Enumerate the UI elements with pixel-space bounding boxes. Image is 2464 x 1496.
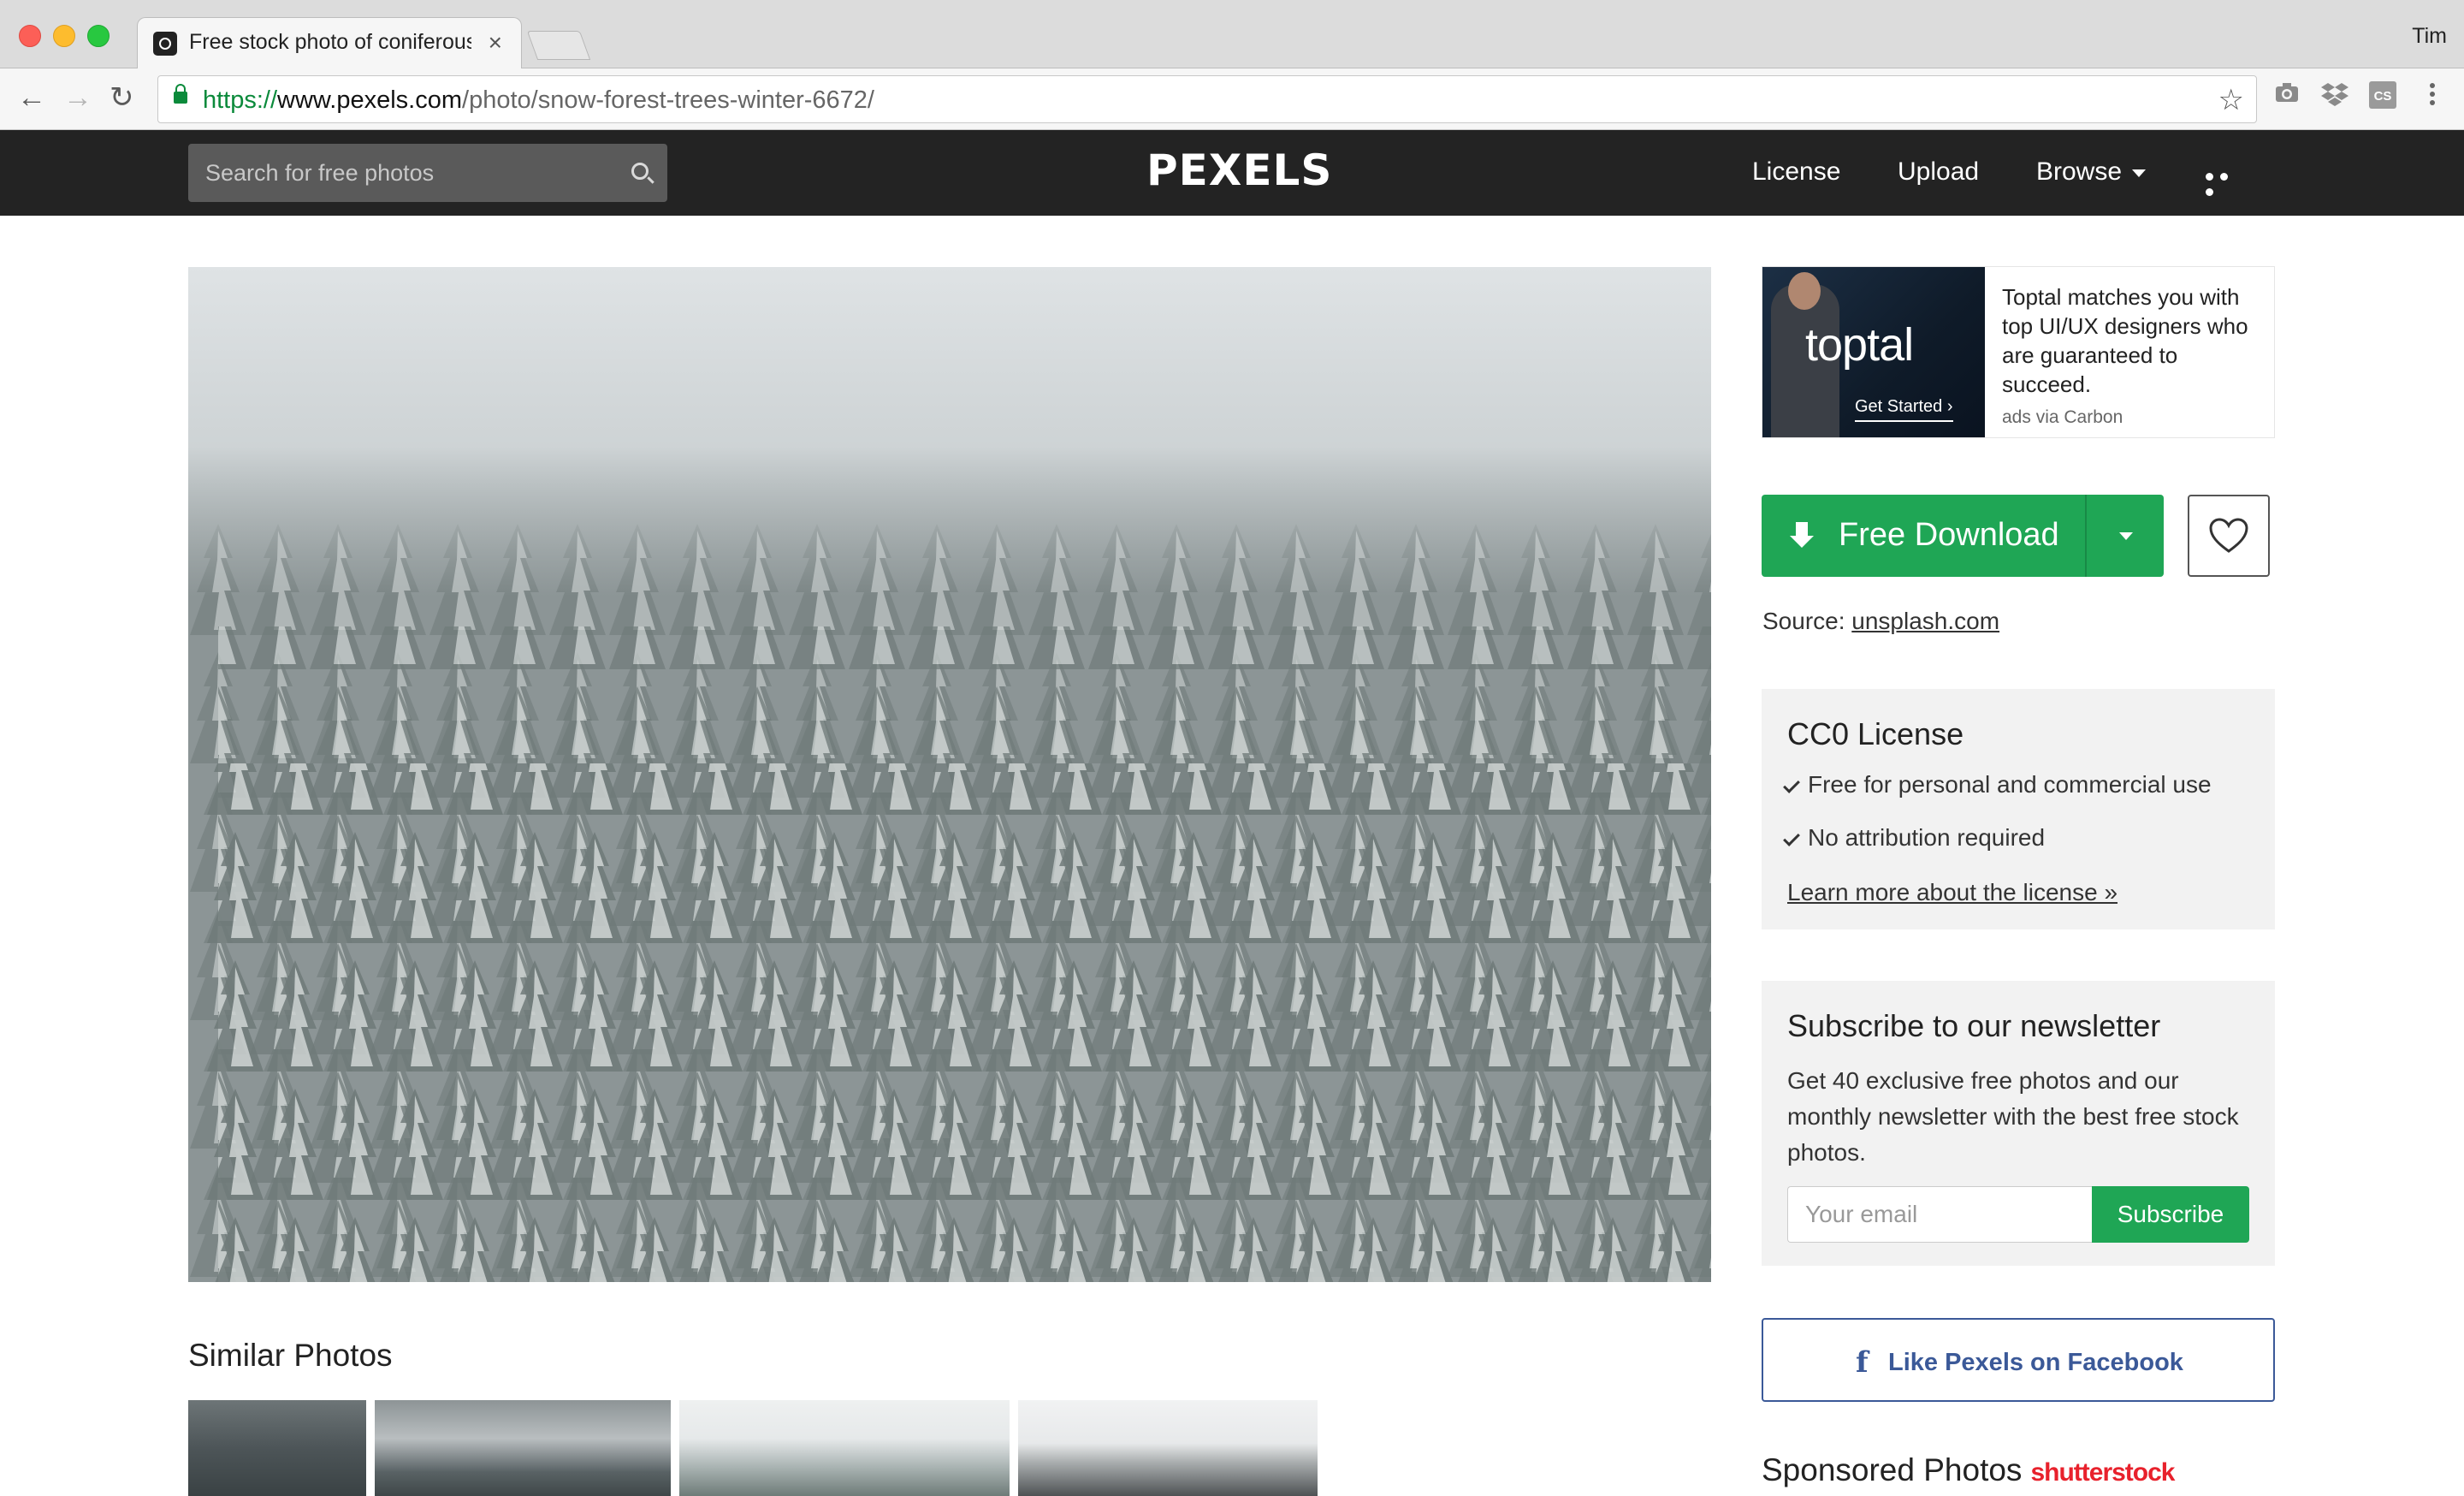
ad-text[interactable]: Toptal matches you with top UI/UX design… (2002, 282, 2259, 399)
ad-image[interactable]: toptal Get Started › (1762, 267, 1985, 437)
check-icon (1783, 775, 1800, 793)
nav-browse-menu[interactable]: Browse (2036, 157, 2147, 187)
photo-source: Source: unsplash.com (1762, 608, 1999, 635)
nav-license-link[interactable]: License (1752, 157, 1840, 187)
back-arrow-icon[interactable]: ← (17, 80, 46, 115)
maximize-window-button[interactable] (87, 25, 110, 47)
license-learn-more-link[interactable]: Learn more about the license » (1787, 879, 2118, 906)
similar-photos-title: Similar Photos (188, 1338, 393, 1373)
tab-title: Free stock photo of coniferous (189, 30, 471, 54)
facebook-like-button[interactable]: f Like Pexels on Facebook (1762, 1318, 2275, 1402)
subscribe-button[interactable]: Subscribe (2092, 1186, 2249, 1243)
license-item: No attribution required (1783, 824, 2045, 852)
url-text[interactable]: https://www.pexels.com/photo/snow-forest… (203, 86, 874, 115)
similar-photo-thumbnail[interactable] (1018, 1400, 1318, 1496)
dropbox-extension-icon[interactable] (2320, 81, 2349, 110)
minimize-window-button[interactable] (53, 25, 75, 47)
newsletter-title: Subscribe to our newsletter (1787, 1008, 2161, 1043)
site-header: PEXELS License Upload Browse (0, 130, 2464, 216)
close-window-button[interactable] (19, 25, 41, 47)
search-input[interactable] (188, 144, 616, 202)
nav-browse-label: Browse (2036, 157, 2123, 186)
newsletter-description: Get 40 exclusive free photos and our mon… (1787, 1067, 2239, 1166)
sponsored-title: Sponsored Photos (1762, 1452, 2023, 1487)
shutterstock-logo[interactable]: shutterstock (2030, 1458, 2175, 1487)
facebook-icon: f (1856, 1345, 1869, 1380)
pexels-favicon-icon (153, 32, 177, 56)
browser-toolbar: ← → ↻ https://www.pexels.com/photo/snow-… (0, 68, 2464, 130)
new-tab-button[interactable] (526, 31, 591, 60)
camera-extension-icon[interactable] (2272, 81, 2301, 110)
profile-name[interactable]: Tim (2412, 24, 2447, 49)
browser-tab[interactable]: Free stock photo of coniferous × (137, 17, 522, 68)
facebook-like-label: Like Pexels on Facebook (1888, 1349, 2183, 1376)
search-icon[interactable] (631, 163, 649, 180)
source-label: Source: (1762, 608, 1845, 634)
download-options-button[interactable] (2085, 495, 2164, 577)
search-box[interactable] (188, 144, 667, 202)
cs-extension-icon[interactable]: CS (2368, 81, 2397, 110)
browser-menu-icon[interactable] (2418, 81, 2447, 110)
ad-get-started[interactable]: Get Started › (1855, 397, 1953, 422)
nav-upload-link[interactable]: Upload (1898, 157, 1979, 187)
free-download-label: Free Download (1839, 517, 2059, 553)
license-panel: CC0 License Free for personal and commer… (1762, 689, 2275, 929)
more-options-icon[interactable] (2206, 169, 2245, 196)
svg-text:CS: CS (2374, 89, 2392, 104)
sponsored-photos-heading: Sponsored Photos shutterstock (1762, 1452, 2175, 1488)
pexels-logo[interactable]: PEXELS (1146, 145, 1332, 195)
main-photo[interactable] (188, 267, 1711, 1282)
lock-icon (174, 84, 187, 104)
email-field[interactable] (1787, 1186, 2092, 1243)
ad-via-carbon[interactable]: ads via Carbon (2002, 407, 2123, 428)
similar-photo-thumbnail[interactable] (375, 1400, 671, 1496)
heart-icon (2209, 518, 2248, 553)
check-icon (1783, 828, 1800, 846)
source-link[interactable]: unsplash.com (1851, 608, 1999, 634)
download-arrow-icon (1790, 522, 1814, 548)
address-bar[interactable]: https://www.pexels.com/photo/snow-forest… (157, 75, 2257, 123)
toptal-logo: toptal (1805, 319, 1914, 371)
tab-close-icon[interactable]: × (489, 29, 502, 56)
newsletter-panel: Subscribe to our newsletter Get 40 exclu… (1762, 981, 2275, 1266)
similar-photo-thumbnail[interactable] (188, 1400, 366, 1496)
like-button[interactable] (2188, 495, 2270, 577)
bookmark-star-icon[interactable]: ☆ (2218, 83, 2244, 117)
license-title: CC0 License (1787, 716, 1964, 751)
reload-icon[interactable]: ↻ (110, 80, 134, 115)
carbon-ad[interactable]: toptal Get Started › Toptal matches you … (1762, 266, 2275, 438)
license-item: Free for personal and commercial use (1783, 771, 2212, 798)
chevron-down-icon (2132, 169, 2147, 177)
browser-tab-bar: Free stock photo of coniferous × Tim (0, 0, 2464, 68)
similar-photo-thumbnail[interactable] (679, 1400, 1010, 1496)
forward-arrow-icon[interactable]: → (63, 80, 92, 115)
chevron-down-icon (2119, 532, 2133, 540)
free-download-button[interactable]: Free Download (1762, 495, 2085, 577)
